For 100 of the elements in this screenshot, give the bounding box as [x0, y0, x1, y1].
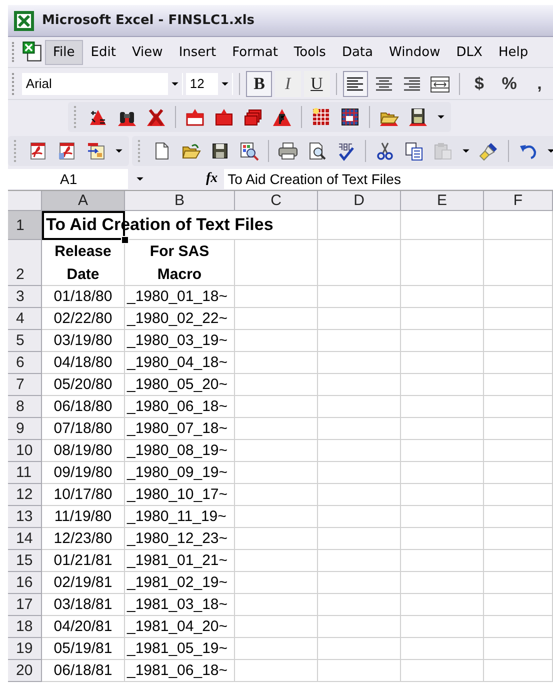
table-cell	[484, 638, 553, 660]
table-cell: _1981_02_19~	[125, 572, 235, 594]
column-header[interactable]: E	[401, 191, 484, 211]
menu-item[interactable]: View	[124, 40, 171, 64]
bold-button[interactable]: B	[246, 70, 272, 96]
name-box[interactable]: A1	[8, 169, 128, 189]
row-header[interactable]: 4	[8, 308, 42, 330]
function-button[interactable]: fx	[206, 171, 218, 187]
currency-button[interactable]: $	[466, 74, 493, 94]
row-header[interactable]: 16	[8, 572, 42, 594]
table-cell: _1981_06_18~	[125, 660, 235, 682]
font-size-field[interactable]: 12	[186, 72, 234, 94]
row-header[interactable]: 3	[8, 286, 42, 308]
menu-item[interactable]: Tools	[286, 40, 334, 64]
italic-button[interactable]: I	[275, 70, 301, 96]
column-header[interactable]: A	[42, 191, 125, 211]
delete-icon[interactable]	[146, 107, 166, 127]
printer-icon[interactable]	[278, 141, 298, 161]
caret-icon[interactable]	[547, 148, 553, 154]
table-cell: 07/18/80	[42, 418, 125, 440]
table-cell: 01/21/81	[42, 550, 125, 572]
caret-icon[interactable]	[221, 80, 230, 86]
percent-button[interactable]: %	[496, 74, 523, 94]
pdf-icon[interactable]	[28, 141, 48, 161]
row-header[interactable]: 12	[8, 484, 42, 506]
table-cell: 12/23/80	[42, 528, 125, 550]
font-field[interactable]: Arial	[22, 72, 183, 94]
table-cell: _1981_05_19~	[125, 638, 235, 660]
column-header[interactable]: C	[235, 191, 318, 211]
table-cell	[484, 352, 553, 374]
comma-button[interactable]: ,	[526, 74, 553, 94]
menu-item[interactable]: Data	[334, 40, 381, 64]
table-cell: _1980_12_23~	[125, 528, 235, 550]
column-header[interactable]: D	[318, 191, 401, 211]
row-header[interactable]: 20	[8, 660, 42, 682]
row-header[interactable]: 18	[8, 616, 42, 638]
menu-item[interactable]: Format	[224, 40, 286, 64]
table-cell: _1980_10_17~	[125, 484, 235, 506]
row-header[interactable]: 11	[8, 462, 42, 484]
table-cell: 02/19/81	[42, 572, 125, 594]
align-right-icon	[402, 74, 422, 92]
window-icon[interactable]	[185, 107, 205, 127]
table-cell: _1981_01_21~	[125, 550, 235, 572]
stack-icon[interactable]	[243, 107, 263, 127]
table-cell: 06/18/80	[42, 396, 125, 418]
workbook-icon[interactable]	[21, 41, 43, 63]
merge-center-icon	[430, 74, 450, 92]
row-header[interactable]: 17	[8, 594, 42, 616]
scissors-icon[interactable]	[375, 141, 395, 161]
row-header[interactable]: 15	[8, 550, 42, 572]
row-header[interactable]: 2	[8, 240, 42, 286]
table-cell: _1980_08_19~	[125, 440, 235, 462]
row-header[interactable]: 5	[8, 330, 42, 352]
preview-icon[interactable]	[239, 141, 259, 161]
box-icon[interactable]	[214, 107, 234, 127]
copy-icon[interactable]	[404, 141, 424, 161]
menu-item[interactable]: File	[45, 40, 83, 64]
table-cell: 04/20/81	[42, 616, 125, 638]
folder-icon[interactable]	[181, 141, 201, 161]
row-header[interactable]: 7	[8, 374, 42, 396]
column-header[interactable]: B	[125, 191, 235, 211]
convert-icon[interactable]	[86, 141, 106, 161]
row-header[interactable]: 8	[8, 396, 42, 418]
underline-button[interactable]: U	[304, 70, 330, 96]
table-icon[interactable]	[340, 107, 360, 127]
caret-icon[interactable]	[437, 114, 445, 120]
formula-field[interactable]: To Aid Creation of Text Files	[224, 169, 553, 189]
column-header[interactable]: F	[484, 191, 553, 211]
paintbrush-icon[interactable]	[479, 141, 499, 161]
spelling-icon[interactable]	[336, 141, 356, 161]
align-left-button[interactable]	[342, 70, 368, 96]
menu-item[interactable]: Window	[381, 40, 448, 64]
row-header[interactable]: 1	[8, 211, 42, 240]
floppy-icon[interactable]	[408, 107, 428, 127]
row-header[interactable]: 10	[8, 440, 42, 462]
row-header[interactable]: 6	[8, 352, 42, 374]
grid-icon[interactable]	[311, 107, 331, 127]
print-preview-icon[interactable]	[307, 141, 327, 161]
align-center-icon	[374, 74, 394, 92]
menu-item[interactable]: Insert	[170, 40, 224, 64]
menu-item[interactable]: DLX	[448, 40, 490, 64]
table-cell	[484, 616, 553, 638]
floppy-icon[interactable]	[210, 141, 230, 161]
caret-icon[interactable]	[115, 148, 123, 154]
triangle-icon[interactable]	[272, 107, 292, 127]
pdf-icon[interactable]	[57, 141, 77, 161]
align-left-icon	[345, 74, 366, 92]
caret-icon[interactable]	[170, 80, 179, 86]
caret-icon[interactable]	[462, 148, 470, 154]
row-header[interactable]: 13	[8, 506, 42, 528]
table-cell	[484, 440, 553, 462]
caret-icon[interactable]	[136, 176, 144, 182]
row-header[interactable]: 19	[8, 638, 42, 660]
menu-item[interactable]: Edit	[82, 40, 124, 64]
row-header[interactable]: 14	[8, 528, 42, 550]
table-cell: _1980_02_22~	[125, 308, 235, 330]
table-cell	[484, 330, 553, 352]
menu-item[interactable]: Help	[490, 40, 536, 64]
fill-handle[interactable]	[121, 236, 129, 244]
row-header[interactable]: 9	[8, 418, 42, 440]
